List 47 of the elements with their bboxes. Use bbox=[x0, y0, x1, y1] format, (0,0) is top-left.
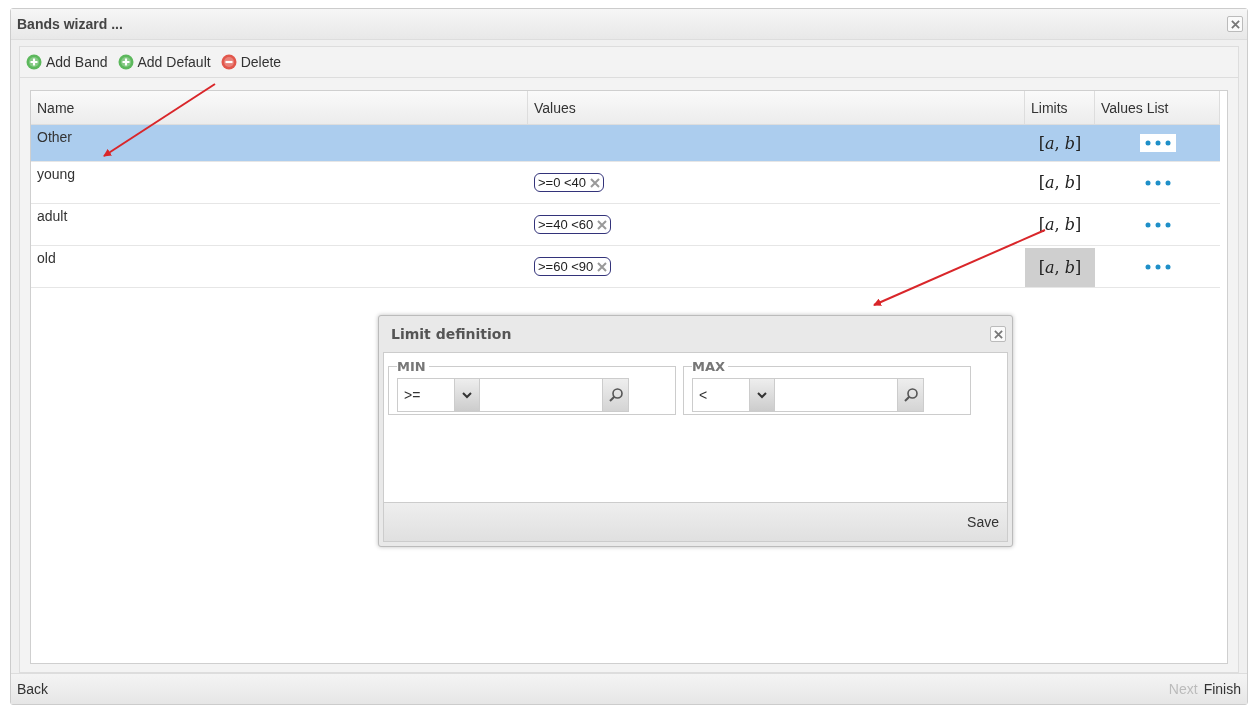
close-button[interactable] bbox=[1227, 16, 1243, 32]
dropdown-button[interactable] bbox=[749, 379, 775, 411]
save-button[interactable]: Save bbox=[967, 514, 999, 530]
remove-icon bbox=[590, 177, 601, 188]
finish-link[interactable]: Finish bbox=[1203, 681, 1241, 697]
table-row[interactable]: Other [a, b] bbox=[31, 125, 1220, 162]
dropdown-button[interactable] bbox=[454, 379, 480, 411]
band-name: adult bbox=[37, 208, 68, 224]
remove-icon bbox=[597, 219, 608, 230]
toolbar-button[interactable]: Add Band bbox=[26, 54, 108, 70]
value-tag[interactable]: >=40 <60 bbox=[534, 215, 612, 234]
toolbar-button[interactable]: Add Default bbox=[117, 54, 211, 70]
table-row[interactable]: old >=60 <90 [a, b] bbox=[31, 246, 1220, 288]
window-title: Bands wizard ... bbox=[17, 16, 123, 32]
column-header[interactable]: Values List bbox=[1095, 91, 1220, 124]
close-icon bbox=[993, 329, 1003, 339]
column-header[interactable]: Limits bbox=[1025, 91, 1095, 124]
search-icon bbox=[902, 387, 919, 403]
band-name: young bbox=[37, 166, 76, 182]
limits-cell[interactable]: [a, b] bbox=[1025, 127, 1095, 159]
group-legend: MAX bbox=[692, 359, 729, 374]
column-header[interactable]: Name bbox=[31, 91, 528, 124]
back-link[interactable]: Back bbox=[17, 681, 49, 697]
limit-field[interactable]: < bbox=[692, 378, 924, 412]
dialog-title: Limit definition bbox=[391, 326, 512, 342]
value-tag[interactable]: >=0 <40 bbox=[534, 173, 605, 192]
band-name: Other bbox=[37, 129, 72, 145]
remove-icon bbox=[597, 261, 608, 272]
band-name: old bbox=[37, 250, 56, 266]
column-header[interactable]: Values bbox=[528, 91, 1025, 124]
close-icon bbox=[1230, 19, 1240, 29]
toolbar-button[interactable]: Delete bbox=[220, 54, 282, 70]
group-legend: MIN bbox=[397, 359, 429, 374]
ellipsis-icon[interactable] bbox=[1139, 134, 1176, 152]
search-icon bbox=[607, 387, 624, 403]
caret-icon bbox=[462, 391, 472, 399]
plus-icon bbox=[117, 54, 134, 70]
search-button[interactable] bbox=[602, 379, 628, 411]
search-button[interactable] bbox=[897, 379, 923, 411]
minus-icon bbox=[220, 54, 237, 70]
limit-field[interactable]: >= bbox=[397, 378, 629, 412]
close-button[interactable] bbox=[990, 326, 1006, 342]
caret-icon bbox=[757, 391, 767, 399]
value-tag[interactable]: >=60 <90 bbox=[534, 257, 612, 276]
plus-icon bbox=[26, 54, 42, 70]
limits-cell[interactable]: [a, b] bbox=[1025, 164, 1095, 201]
limits-cell[interactable]: [a, b] bbox=[1025, 248, 1095, 287]
